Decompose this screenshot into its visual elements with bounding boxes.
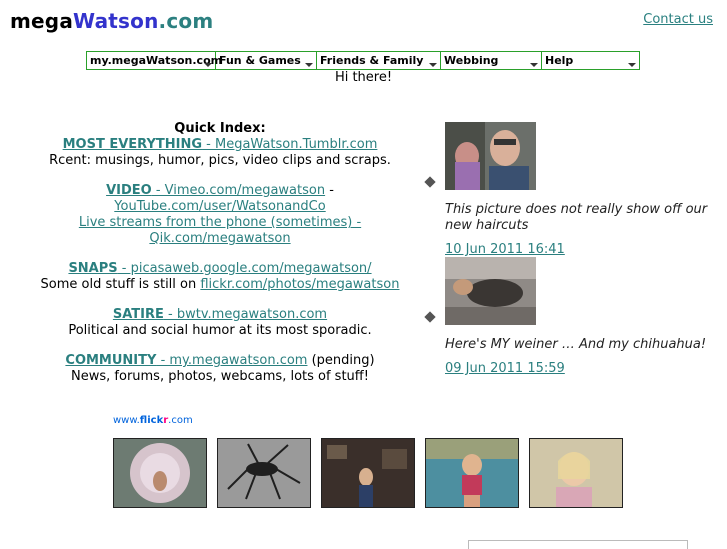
quick-index: Quick Index: MOST EVERYTHING - MegaWatso… [40,121,400,399]
post-caption: This picture does not really show off ou… [445,202,708,233]
section-label: SNAPS [68,261,118,276]
menu-friends-family[interactable]: Friends & Family [317,52,441,69]
section-label: MOST EVERYTHING [62,137,203,152]
community-link[interactable]: COMMUNITY - my.megawatson.com [65,353,307,368]
menu-my-megawatson[interactable]: my.megaWatson.com [87,52,222,69]
site-logo[interactable]: megaWatson.com [10,9,213,33]
logo-part-com: .com [158,9,214,33]
dropdown-arrow-icon [429,63,437,67]
menu-label: Friends & Family [320,54,424,67]
flickr-www: www. [113,415,140,426]
photo-post: This picture does not really show off ou… [424,122,714,257]
picasa-link[interactable]: SNAPS - picasaweb.google.com/megawatson/ [68,261,371,276]
flickr-com: .com [168,415,193,426]
menu-webbing[interactable]: Webbing [441,52,542,69]
community-desc: News, forums, photos, webcams, lots of s… [71,369,369,384]
quick-index-most-everything: MOST EVERYTHING - MegaWatson.Tumblr.com … [40,137,400,169]
logo-part-mega: mega [10,9,74,33]
section-label: SATIRE [112,307,164,322]
flickr-photos-link[interactable]: flickr.com/photos/megawatson [200,277,399,292]
section-label: COMMUNITY [65,353,157,368]
satire-desc: Political and social humor at its most s… [68,323,372,338]
post-photo-thumbnail[interactable] [445,122,536,190]
most-everything-desc: Rcent: musings, humor, pics, video clips… [49,153,391,168]
section-link-text: - MegaWatson.Tumblr.com [202,137,378,152]
post-date-link[interactable]: 10 Jun 2011 16:41 [445,242,714,257]
section-link-text: - bwtv.megawatson.com [163,307,328,322]
flickr-flick: flick [139,415,164,426]
youtube-link[interactable]: YouTube.com/user/WatsonandCo [114,199,325,214]
greeting-text: Hi there! [334,70,393,85]
flickr-photo-strip [113,438,623,508]
pending-note: (pending) [307,353,375,368]
quick-index-community: COMMUNITY - my.megawatson.com (pending) … [40,353,400,385]
dropdown-arrow-icon [628,63,636,67]
separator: - [325,183,334,198]
logo-part-watson: Watson [73,9,159,33]
qik-link[interactable]: Live streams from the phone (sometimes) … [79,215,361,246]
section-link-text: - my.megawatson.com [156,353,308,368]
snaps-desc: Some old stuff is still on [40,277,201,292]
menu-help[interactable]: Help [542,52,639,69]
quick-index-title: Quick Index: [174,121,266,136]
post-bullet-icon [424,176,436,188]
main-menu-bar: my.megaWatson.com Fun & Games Friends & … [86,51,640,70]
flickr-photo-thumbnail[interactable] [321,438,415,508]
most-everything-link[interactable]: MOST EVERYTHING - MegaWatson.Tumblr.com [63,137,378,152]
section-link-text: - picasaweb.google.com/megawatson/ [117,261,372,276]
section-label: VIDEO [106,183,152,198]
dropdown-arrow-icon [530,63,538,67]
quick-index-satire: SATIRE - bwtv.megawatson.com Political a… [40,307,400,339]
menu-label: Webbing [444,54,499,67]
photo-post: Here's MY weiner … And my chihuahua! 09 … [424,257,714,376]
post-date-link[interactable]: 09 Jun 2011 15:59 [445,361,714,376]
post-photo-thumbnail[interactable] [445,257,536,325]
flickr-logo[interactable]: www.flickr.com [113,415,193,426]
contact-us-link[interactable]: Contact us [643,12,713,27]
satire-link[interactable]: SATIRE - bwtv.megawatson.com [113,307,327,322]
menu-label: Fun & Games [219,54,301,67]
flickr-photo-thumbnail[interactable] [113,438,207,508]
section-link-text: - Vimeo.com/megawatson [151,183,326,198]
vimeo-link[interactable]: VIDEO - Vimeo.com/megawatson [106,183,325,198]
dropdown-arrow-icon [204,63,212,67]
post-bullet-icon [424,311,436,323]
menu-fun-games[interactable]: Fun & Games [216,52,317,69]
flickr-photo-thumbnail[interactable] [529,438,623,508]
dropdown-arrow-icon [305,63,313,67]
quick-index-video: VIDEO - Vimeo.com/megawatson - YouTube.c… [40,183,400,247]
quick-index-snaps: SNAPS - picasaweb.google.com/megawatson/… [40,261,400,293]
menu-label: my.megaWatson.com [90,54,223,67]
flickr-photo-thumbnail[interactable] [425,438,519,508]
menu-label: Help [545,54,574,67]
post-caption: Here's MY weiner … And my chihuahua! [445,337,707,352]
flickr-photo-thumbnail[interactable] [217,438,311,508]
photo-posts: This picture does not really show off ou… [424,122,714,376]
